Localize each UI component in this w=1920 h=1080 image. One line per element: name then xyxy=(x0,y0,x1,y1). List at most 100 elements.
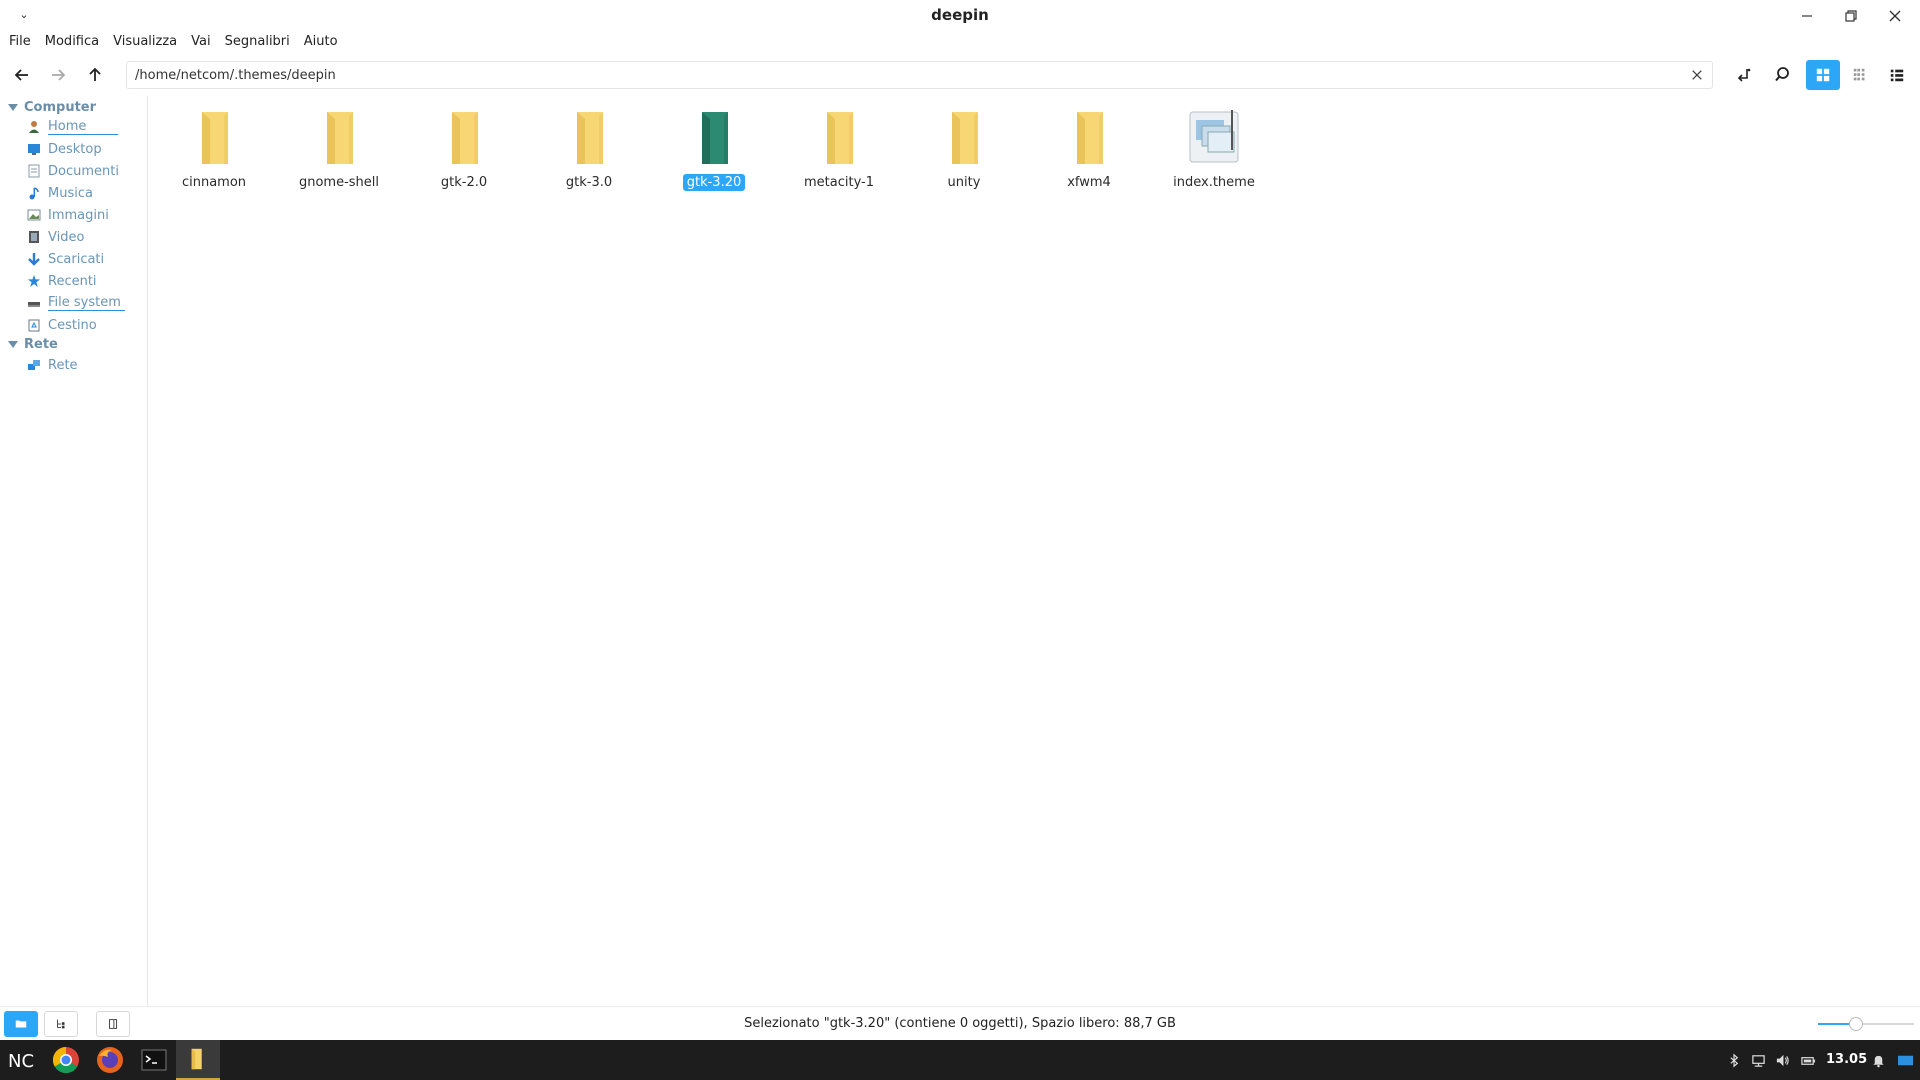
folder-item[interactable]: gnome-shell xyxy=(284,106,394,191)
compact-view-button[interactable] xyxy=(1843,60,1877,90)
address-bar[interactable] xyxy=(126,61,1713,89)
folder-item[interactable]: metacity-1 xyxy=(784,106,894,191)
expand-triangle-icon xyxy=(8,103,18,111)
menu-file[interactable]: File xyxy=(2,30,38,54)
folder-icon xyxy=(559,106,619,168)
firefox-launcher[interactable] xyxy=(88,1040,132,1080)
clear-address-button[interactable] xyxy=(1688,66,1706,84)
title-bar: ⌄ deepin xyxy=(0,0,1920,30)
notification-bell-icon[interactable] xyxy=(1870,1052,1886,1068)
search-icon xyxy=(1775,67,1789,82)
sidebar-item-label: Scaricati xyxy=(48,251,105,267)
terminal-launcher[interactable] xyxy=(132,1040,176,1080)
toolbar xyxy=(0,56,1920,94)
pictures-icon xyxy=(26,207,42,223)
file-manager-task[interactable] xyxy=(176,1040,220,1080)
file-name: index.theme xyxy=(1173,175,1255,190)
trash-icon xyxy=(26,317,42,333)
documents-icon xyxy=(26,163,42,179)
menu-modifica[interactable]: Modifica xyxy=(38,30,106,54)
menu-segnalibri[interactable]: Segnalibri xyxy=(218,30,297,54)
address-input[interactable] xyxy=(127,62,1667,88)
sidebar-item-label: Documenti xyxy=(48,163,119,179)
status-text: Selezionato "gtk-3.20" (contiene 0 ogget… xyxy=(744,1016,1176,1031)
folder-item[interactable]: gtk-3.0 xyxy=(534,106,644,191)
sidebar-item-label: Immagini xyxy=(48,207,109,223)
compact-view-icon xyxy=(1853,68,1865,81)
sidebar: Computer Home Desktop Documenti Musica I… xyxy=(0,96,148,1006)
maximize-button[interactable] xyxy=(1836,4,1866,28)
sidebar-section-computer[interactable]: Computer xyxy=(8,98,96,116)
sidebar-item-recenti[interactable]: Recenti xyxy=(26,271,97,291)
theme-file-icon xyxy=(1184,106,1244,168)
start-menu-button[interactable]: NC xyxy=(0,1040,44,1080)
menu-aiuto[interactable]: Aiuto xyxy=(297,30,345,54)
minimize-button[interactable] xyxy=(1792,4,1822,28)
status-bar: Selezionato "gtk-3.20" (contiene 0 ogget… xyxy=(0,1006,1920,1040)
network-icon xyxy=(26,357,42,373)
sidebar-item-documenti[interactable]: Documenti xyxy=(26,161,119,181)
icon-view-button[interactable] xyxy=(1806,60,1840,90)
sidebar-item-file-system[interactable]: File system xyxy=(26,293,125,313)
downloads-icon xyxy=(26,251,42,267)
folder-item[interactable]: gtk-3.20 xyxy=(659,106,769,191)
file-name: cinnamon xyxy=(181,175,247,190)
folder-item[interactable]: unity xyxy=(909,106,1019,191)
home-icon xyxy=(26,119,42,135)
folder-icon xyxy=(1059,106,1119,168)
grid-view-icon xyxy=(1816,68,1830,82)
open-terminal-button[interactable] xyxy=(1730,61,1758,89)
up-button[interactable] xyxy=(81,61,109,89)
sidebar-item-label: Cestino xyxy=(48,317,97,333)
file-item[interactable]: index.theme xyxy=(1159,106,1269,191)
folder-item[interactable]: gtk-2.0 xyxy=(409,106,519,191)
sidebar-item-label: Rete xyxy=(48,357,78,373)
chrome-icon xyxy=(52,1046,79,1074)
bluetooth-icon[interactable] xyxy=(1726,1052,1742,1068)
sidebar-item-desktop[interactable]: Desktop xyxy=(26,139,102,159)
sidebar-section-label: Rete xyxy=(24,336,58,352)
list-view-icon xyxy=(1890,69,1904,82)
clock[interactable]: 13.05 xyxy=(1826,1052,1867,1067)
arrow-right-icon xyxy=(52,69,66,81)
menu-visualizza[interactable]: Visualizza xyxy=(106,30,184,54)
zoom-handle[interactable] xyxy=(1849,1017,1864,1031)
folder-icon xyxy=(684,106,744,168)
sidebar-item-immagini[interactable]: Immagini xyxy=(26,205,109,225)
sidebar-item-rete[interactable]: Rete xyxy=(26,355,78,375)
sidebar-section-rete[interactable]: Rete xyxy=(8,335,58,353)
folder-icon xyxy=(184,106,244,168)
back-button[interactable] xyxy=(8,61,36,89)
battery-icon[interactable] xyxy=(1800,1052,1816,1068)
file-name: unity xyxy=(947,175,981,190)
folder-item[interactable]: xfwm4 xyxy=(1034,106,1144,191)
show-desktop-button[interactable] xyxy=(1894,1052,1916,1068)
file-name: metacity-1 xyxy=(803,175,874,190)
clear-icon xyxy=(1692,70,1702,80)
list-view-button[interactable] xyxy=(1880,60,1914,90)
close-icon xyxy=(1889,10,1901,22)
expand-triangle-icon xyxy=(8,340,18,348)
sidebar-item-cestino[interactable]: Cestino xyxy=(26,315,97,335)
terminal-arrow-icon xyxy=(1737,68,1751,82)
sidebar-item-home[interactable]: Home xyxy=(26,117,118,137)
zoom-slider[interactable] xyxy=(1818,1017,1914,1031)
sidebar-item-video[interactable]: Video xyxy=(26,227,84,247)
sidebar-item-label: Recenti xyxy=(48,273,97,289)
search-button[interactable] xyxy=(1768,61,1796,89)
drive-icon xyxy=(26,295,42,311)
volume-icon[interactable] xyxy=(1774,1052,1790,1068)
taskbar: NC 13.05 xyxy=(0,1040,1920,1080)
file-view[interactable]: cinnamon gnome-shell gtk-2.0 gtk-3.0 gtk-3.2… xyxy=(149,96,1920,1006)
sidebar-item-musica[interactable]: Musica xyxy=(26,183,93,203)
forward-button[interactable] xyxy=(44,61,72,89)
close-button[interactable] xyxy=(1880,4,1910,28)
sidebar-item-scaricati[interactable]: Scaricati xyxy=(26,249,104,269)
folder-item[interactable]: cinnamon xyxy=(159,106,269,191)
network-tray-icon[interactable] xyxy=(1750,1052,1766,1068)
chrome-launcher[interactable] xyxy=(44,1040,88,1080)
nc-logo-icon: NC xyxy=(8,1051,34,1071)
menu-vai[interactable]: Vai xyxy=(184,30,217,54)
sidebar-item-label: Video xyxy=(48,229,85,245)
sidebar-item-label: Home xyxy=(48,119,118,135)
